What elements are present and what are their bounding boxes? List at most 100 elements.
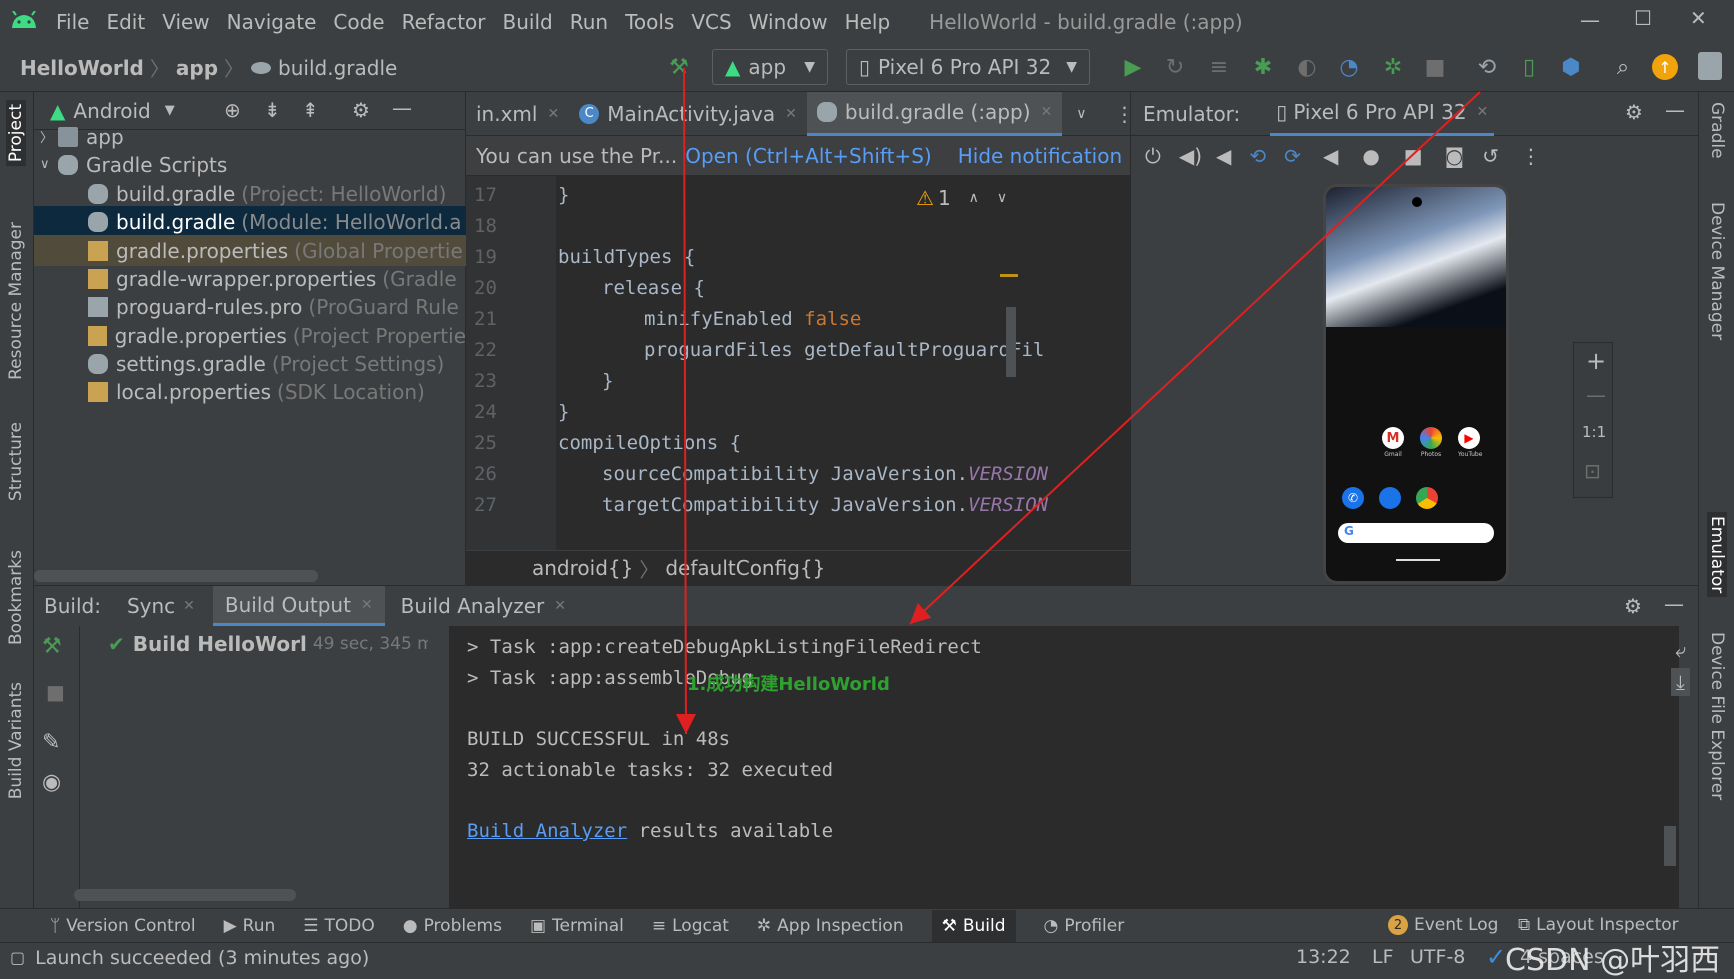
profile-icon[interactable]: ◔ xyxy=(1334,52,1364,82)
phone-app-icon[interactable]: ✆ xyxy=(1342,487,1364,509)
messages-app-icon[interactable] xyxy=(1379,487,1401,509)
breadcrumb-defaultconfig[interactable]: defaultConfig{} xyxy=(665,556,825,580)
tool-tab-bookmarks[interactable]: Bookmarks xyxy=(6,550,26,645)
vertical-scrollbar[interactable] xyxy=(1006,307,1016,377)
menu-code[interactable]: Code xyxy=(333,10,384,34)
build-analyzer-link[interactable]: Build Analyzer xyxy=(467,820,627,842)
editor-tab-mainactivity[interactable]: C MainActivity.java ✕ xyxy=(569,92,807,136)
tool-app-inspection[interactable]: ✲ App Inspection xyxy=(757,916,904,936)
stop-icon[interactable]: ■ xyxy=(1420,52,1450,82)
notification-hide-link[interactable]: Hide notification xyxy=(958,144,1122,168)
tool-tab-build-variants[interactable]: Build Variants xyxy=(6,682,26,799)
zoom-fit-icon[interactable]: ⊡ xyxy=(1584,459,1601,483)
eye-icon[interactable]: ◉ xyxy=(42,770,61,795)
hide-panel-icon[interactable]: — xyxy=(1665,98,1685,122)
menu-view[interactable]: View xyxy=(162,10,209,34)
tool-layout-inspector[interactable]: ⧉ Layout Inspector xyxy=(1518,915,1679,935)
build-tab-analyzer[interactable]: Build Analyzer ✕ xyxy=(401,586,566,626)
coverage-icon[interactable]: ◐ xyxy=(1292,52,1322,82)
crosshair-icon[interactable]: ⊕ xyxy=(224,98,241,122)
menu-run[interactable]: Run xyxy=(570,10,608,34)
minimize-icon[interactable]: — xyxy=(1580,8,1600,32)
collapse-all-icon[interactable]: ⇞ xyxy=(302,98,319,122)
menu-refactor[interactable]: Refactor xyxy=(402,10,486,34)
snapshot-icon[interactable]: ↺ xyxy=(1482,144,1499,168)
project-view-select[interactable]: Android xyxy=(73,99,150,123)
sync-gradle-icon[interactable]: ⟲ xyxy=(1472,52,1502,82)
build-tab-output[interactable]: Build Output ✕ xyxy=(212,586,385,626)
volume-up-icon[interactable]: ◀) xyxy=(1179,144,1202,168)
tree-item-build-gradle-project[interactable]: build.gradle (Project: HelloWorld) xyxy=(34,178,466,209)
back-icon[interactable]: ◀ xyxy=(1323,144,1338,168)
make-project-hammer-icon[interactable]: ⚒ xyxy=(664,52,694,82)
zoom-actual-size[interactable]: 1:1 xyxy=(1582,423,1606,441)
horizontal-scrollbar[interactable] xyxy=(34,570,318,582)
editor-tab-build-gradle[interactable]: build.gradle (:app) ✕ xyxy=(806,91,1063,136)
tool-tab-emulator[interactable]: Emulator xyxy=(1707,512,1727,598)
chevron-down-icon[interactable]: ▼ xyxy=(165,103,175,118)
close-tab-icon[interactable]: ✕ xyxy=(554,598,566,614)
youtube-app-icon[interactable]: ▶ xyxy=(1458,427,1480,449)
emulator-device-tab[interactable]: ▯ Pixel 6 Pro API 32 ✕ xyxy=(1270,92,1495,136)
tree-item-gradle-properties-project[interactable]: gradle.properties (Project Propertie xyxy=(34,320,466,351)
apply-code-changes-icon[interactable]: ≡ xyxy=(1204,52,1234,82)
tool-run[interactable]: ▶ Run xyxy=(224,916,276,936)
home-icon[interactable]: ● xyxy=(1362,144,1379,168)
build-tab-sync[interactable]: Sync ✕ xyxy=(127,586,195,626)
chevron-right-icon[interactable]: 〉 xyxy=(40,127,58,146)
notification-open-link[interactable]: Open (Ctrl+Alt+Shift+S) xyxy=(685,144,931,168)
menu-file[interactable]: File xyxy=(56,10,89,34)
close-icon[interactable]: ✕ xyxy=(1690,6,1707,30)
scroll-to-end-icon[interactable]: ⤓ xyxy=(1671,668,1690,696)
menu-tools[interactable]: Tools xyxy=(625,10,674,34)
tree-item-gradle-scripts[interactable]: ∨ Gradle Scripts xyxy=(34,149,466,180)
tool-logcat[interactable]: ≡ Logcat xyxy=(652,916,729,936)
status-line-separator[interactable]: LF xyxy=(1372,946,1394,968)
run-config-select[interactable]: ▲ app ▼ xyxy=(712,49,828,85)
menu-window[interactable]: Window xyxy=(749,10,828,34)
tree-item-proguard-rules[interactable]: proguard-rules.pro (ProGuard Rule xyxy=(34,291,466,322)
run-icon[interactable]: ▶ xyxy=(1118,52,1148,82)
panel-toggle-icon[interactable]: ▢ xyxy=(10,948,25,967)
vertical-scrollbar[interactable] xyxy=(1664,826,1676,866)
expand-all-icon[interactable]: ⇟ xyxy=(264,98,281,122)
menu-build[interactable]: Build xyxy=(503,10,553,34)
tool-build[interactable]: ⚒ Build xyxy=(931,909,1016,942)
chevron-down-icon[interactable]: ∨ xyxy=(40,157,58,172)
next-highlight-icon[interactable]: ∨ xyxy=(997,190,1007,206)
build-hammer-icon[interactable]: ⚒ xyxy=(42,634,62,659)
soft-wrap-icon[interactable]: ⤶ xyxy=(1675,638,1686,662)
menu-help[interactable]: Help xyxy=(845,10,891,34)
attach-debugger-icon[interactable]: ✲ xyxy=(1378,52,1408,82)
menu-vcs[interactable]: VCS xyxy=(691,10,731,34)
tool-terminal[interactable]: ▣ Terminal xyxy=(530,916,624,936)
more-options-icon[interactable]: ⋮ xyxy=(1521,144,1541,168)
close-tab-icon[interactable]: ✕ xyxy=(785,106,797,122)
account-avatar-icon[interactable] xyxy=(1698,52,1722,80)
tool-tab-gradle[interactable]: Gradle xyxy=(1707,102,1727,159)
volume-down-icon[interactable]: ◀ xyxy=(1216,144,1231,168)
search-icon[interactable]: ⌕ xyxy=(1608,52,1638,82)
tool-tab-device-manager[interactable]: Device Manager xyxy=(1707,202,1727,340)
tree-item-local-properties[interactable]: local.properties (SDK Location) xyxy=(34,376,466,407)
tool-event-log[interactable]: 2 Event Log xyxy=(1388,915,1498,935)
status-encoding[interactable]: UTF-8 xyxy=(1410,946,1465,968)
rotate-left-icon[interactable]: ⟲ xyxy=(1249,144,1266,168)
update-available-icon[interactable]: ↑ xyxy=(1652,54,1678,80)
settings-gear-icon[interactable]: ⚙ xyxy=(352,98,370,122)
close-tab-icon[interactable]: ✕ xyxy=(361,597,373,613)
tree-item-gradle-wrapper-properties[interactable]: gradle-wrapper.properties (Gradle xyxy=(34,263,466,294)
zoom-in-icon[interactable]: + xyxy=(1586,347,1606,375)
close-tab-icon[interactable]: ✕ xyxy=(183,598,195,614)
tree-item-gradle-properties-global[interactable]: gradle.properties (Global Propertie xyxy=(34,235,466,266)
settings-gear-icon[interactable]: ⚙ xyxy=(1625,100,1643,124)
emulator-phone-screen[interactable]: M ▶ Gmail Photos YouTube ✆ G xyxy=(1323,184,1509,584)
sdk-manager-icon[interactable]: ⬢ xyxy=(1556,52,1586,82)
google-search-bar[interactable]: G xyxy=(1338,523,1494,543)
screenshot-camera-icon[interactable]: ◙ xyxy=(1445,144,1464,168)
pin-icon[interactable]: ✎ xyxy=(42,730,60,755)
menu-navigate[interactable]: Navigate xyxy=(227,10,317,34)
photos-app-icon[interactable] xyxy=(1420,427,1442,449)
apply-changes-icon[interactable]: ↻ xyxy=(1160,52,1190,82)
tool-tab-device-file-explorer[interactable]: Device File Explorer xyxy=(1707,632,1727,800)
